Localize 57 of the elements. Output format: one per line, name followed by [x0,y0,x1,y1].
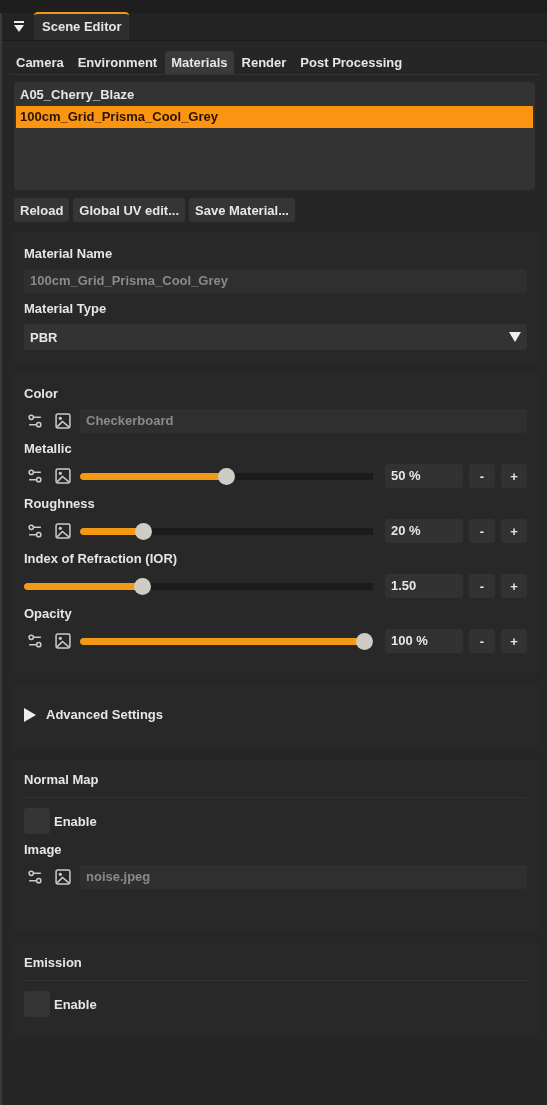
property-label: Index of Refraction (IOR) [24,551,179,566]
increment-button[interactable]: + [501,629,527,653]
tab[interactable]: Render [235,51,293,74]
slider-thumb[interactable] [135,522,153,540]
section-toggle[interactable]: Advanced Settings [46,707,164,722]
decrement-button[interactable]: - [469,574,495,598]
slider-thumb[interactable] [218,467,235,485]
tab[interactable]: Materials [165,51,234,74]
toolbar-button[interactable]: Save Material... [189,198,295,222]
material-item[interactable]: 100cm_Grid_Prisma_Cool_Grey [16,106,533,128]
property-label: Metallic [24,441,73,456]
caret-icon [509,332,521,342]
increment-button[interactable]: + [501,574,527,598]
sliders-icon[interactable] [27,869,43,885]
tab[interactable]: Camera [10,51,70,74]
material-type-dropdown[interactable]: PBR [24,324,527,350]
value-field[interactable]: 100 % [385,629,463,653]
image-icon[interactable] [55,869,71,885]
image-icon[interactable] [55,413,71,429]
field-label: Material Name [24,246,114,261]
sliders-icon[interactable] [27,523,43,539]
checkbox-label: Enable [54,996,97,1012]
property-label: Roughness [24,496,96,511]
decrement-button[interactable]: - [469,629,495,653]
property-label: Color [24,386,59,401]
tab[interactable]: Environment [71,51,164,74]
expand-icon[interactable] [24,707,36,722]
tab[interactable]: Post Processing [294,51,409,74]
image-field[interactable]: noise.jpeg [80,865,527,889]
decrement-button[interactable]: - [469,464,495,488]
image-icon[interactable] [55,633,71,649]
value-field[interactable]: 50 % [385,464,463,488]
image-icon[interactable] [55,468,71,484]
toolbar-button[interactable]: Reload [14,198,70,222]
field-label: Material Type [24,301,108,316]
panel-tab[interactable]: Scene Editor [34,12,130,40]
material-item[interactable]: A05_Cherry_Blaze [16,84,533,106]
texture-field[interactable]: Checkerboard [80,409,527,433]
sliders-icon[interactable] [27,468,43,484]
field-label: Image [24,842,63,857]
increment-button[interactable]: + [501,464,527,488]
value-field[interactable]: 1.50 [385,574,463,598]
checkbox-label: Enable [54,813,97,829]
property-label: Opacity [24,606,73,621]
material-name-field[interactable]: 100cm_Grid_Prisma_Cool_Grey [24,269,527,293]
image-icon[interactable] [55,523,71,539]
section-title: Emission [24,955,527,981]
value-field[interactable]: 20 % [385,519,463,543]
slider-thumb[interactable] [133,577,151,595]
decrement-button[interactable]: - [469,519,495,543]
slider-thumb[interactable] [356,632,373,650]
collapse-icon[interactable] [12,20,26,34]
sliders-icon[interactable] [27,413,43,429]
toolbar-button[interactable]: Global UV edit... [73,198,186,222]
section-title: Normal Map [24,772,527,798]
increment-button[interactable]: + [501,519,527,543]
sliders-icon[interactable] [27,633,43,649]
